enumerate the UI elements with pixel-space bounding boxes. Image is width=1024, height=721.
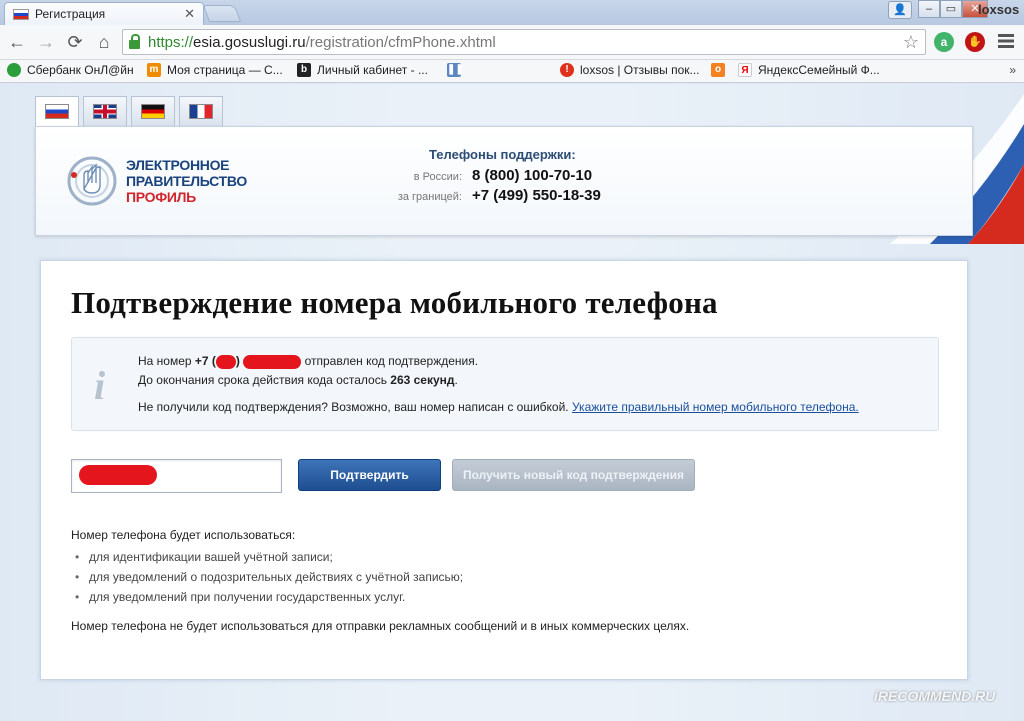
watermark: iRECOMMEND.RU bbox=[874, 688, 996, 704]
url-path: /registration/cfmPhone.xhtml bbox=[305, 33, 496, 51]
yandex-icon: Я bbox=[738, 63, 752, 77]
e-government-logo-icon[interactable] bbox=[66, 155, 118, 207]
info-icon: i bbox=[94, 363, 106, 408]
support-title: Телефоны поддержки: bbox=[429, 147, 576, 162]
page: ЭЛЕКТРОННОЕ ПРАВИТЕЛЬСТВО ПРОФИЛЬ Телефо… bbox=[0, 84, 1024, 721]
browser-tab[interactable]: Регистрация ✕ bbox=[4, 2, 204, 25]
france-flag-icon bbox=[189, 104, 213, 119]
beeline-icon: b bbox=[297, 63, 311, 77]
bookmark-pause[interactable]: ❚❚ bbox=[447, 63, 467, 77]
usage-title: Номер телефона будет использоваться: bbox=[71, 528, 296, 542]
usage-list: • для идентификации вашей учётной записи;… bbox=[75, 547, 463, 607]
new-tab-button[interactable] bbox=[202, 5, 242, 22]
reload-icon[interactable]: ⟳ bbox=[64, 31, 86, 53]
get-new-code-button[interactable]: Получить новый код подтверждения bbox=[452, 459, 695, 491]
redacted-phone-number bbox=[243, 354, 302, 369]
url-host: esia.gosuslugi.ru bbox=[193, 33, 306, 51]
lang-en[interactable] bbox=[83, 96, 127, 126]
russia-flag-icon bbox=[13, 8, 29, 20]
menu-icon[interactable] bbox=[998, 34, 1014, 48]
privacy-note: Номер телефона не будет использоваться д… bbox=[71, 619, 690, 633]
forward-arrow-icon[interactable]: → bbox=[35, 31, 57, 53]
address-bar[interactable]: https:// esia.gosuslugi.ru /registration… bbox=[122, 29, 926, 55]
lang-fr[interactable] bbox=[179, 96, 223, 126]
info-line-timer: До окончания срока действия кода осталос… bbox=[138, 373, 458, 387]
list-item: • для идентификации вашей учётной записи; bbox=[75, 550, 333, 564]
home-icon[interactable]: ⌂ bbox=[93, 31, 115, 53]
lang-ru[interactable] bbox=[35, 96, 79, 126]
uk-flag-icon bbox=[93, 104, 117, 119]
bookmark-sberbank[interactable]: Сбербанк ОнЛ@йн bbox=[7, 63, 134, 77]
tab-strip: Регистрация ✕ 👤 – ▭ ✕ loxsos bbox=[0, 0, 1024, 25]
page-title: Подтверждение номера мобильного телефона bbox=[71, 285, 718, 320]
extension-icon[interactable]: a bbox=[934, 32, 954, 52]
pause-icon: ❚❚ bbox=[447, 63, 464, 77]
countdown: 263 секунд bbox=[390, 373, 455, 387]
bookmark-lichnyi-kabinet[interactable]: b Личный кабинет - ... bbox=[297, 63, 428, 77]
info-line-sent: На номер +7 () отправлен код подтвержден… bbox=[138, 354, 479, 369]
bookmark-yandex[interactable]: Я ЯндексСемейный Ф... bbox=[738, 63, 880, 77]
change-phone-link[interactable]: Укажите правильный номер мобильного теле… bbox=[572, 400, 859, 414]
language-switcher bbox=[35, 96, 223, 126]
back-arrow-icon[interactable]: ← bbox=[6, 31, 28, 53]
support-abroad-number: +7 (499) 550-18-39 bbox=[472, 187, 601, 204]
support-abroad: за границей: +7 (499) 550-18-39 bbox=[397, 187, 601, 204]
odnoklassniki-icon: о bbox=[711, 63, 725, 77]
tab-close-icon[interactable]: ✕ bbox=[184, 6, 195, 22]
confirm-button[interactable]: Подтвердить bbox=[298, 459, 441, 491]
lock-icon bbox=[129, 33, 140, 49]
adblock-icon[interactable]: ✋ bbox=[965, 32, 985, 52]
site-header: ЭЛЕКТРОННОЕ ПРАВИТЕЛЬСТВО ПРОФИЛЬ Телефо… bbox=[35, 126, 973, 236]
support-russia-number: 8 (800) 100-70-10 bbox=[472, 167, 593, 184]
profile-name[interactable]: loxsos bbox=[978, 2, 1019, 17]
user-icon[interactable]: 👤 bbox=[888, 1, 912, 19]
bookmark-irecommend[interactable]: ! loxsos | Отзывы пок... bbox=[560, 63, 700, 77]
bookmark-star-icon[interactable]: ☆ bbox=[903, 32, 919, 53]
redacted-area-code bbox=[215, 354, 236, 369]
irecommend-icon: ! bbox=[560, 63, 574, 77]
russia-flag-icon bbox=[45, 104, 69, 119]
redacted-code bbox=[79, 465, 157, 485]
main-content: Подтверждение номера мобильного телефона… bbox=[40, 260, 968, 680]
browser-toolbar: ← → ⟳ ⌂ https:// esia.gosuslugi.ru /regi… bbox=[0, 25, 1024, 60]
support-russia: в России: 8 (800) 100-70-10 bbox=[413, 167, 593, 184]
tab-title: Регистрация bbox=[35, 7, 106, 21]
list-item: • для уведомлений при получении государст… bbox=[75, 590, 406, 604]
list-item: • для уведомлений о подозрительных действ… bbox=[75, 570, 464, 584]
bookmark-odnoklassniki[interactable]: о bbox=[711, 63, 731, 77]
minimize-icon[interactable]: – bbox=[918, 0, 940, 18]
germany-flag-icon bbox=[141, 104, 165, 119]
bookmark-moya-stranitsa[interactable]: m Моя страница — С... bbox=[147, 63, 283, 77]
sberbank-icon bbox=[7, 63, 21, 77]
logo-text[interactable]: ЭЛЕКТРОННОЕ ПРАВИТЕЛЬСТВО ПРОФИЛЬ bbox=[126, 157, 247, 205]
info-box: i На номер +7 () отправлен код подтвержд… bbox=[71, 337, 939, 431]
bookmarks-bar: Сбербанк ОнЛ@йн m Моя страница — С... b … bbox=[0, 60, 1024, 83]
info-line-help: Не получили код подтверждения? Возможно,… bbox=[138, 400, 859, 414]
maximize-icon[interactable]: ▭ bbox=[940, 0, 962, 18]
bookmarks-overflow-icon[interactable]: » bbox=[1009, 63, 1016, 77]
lang-de[interactable] bbox=[131, 96, 175, 126]
moi-mir-icon: m bbox=[147, 63, 161, 77]
url-scheme: https:// bbox=[148, 33, 194, 51]
